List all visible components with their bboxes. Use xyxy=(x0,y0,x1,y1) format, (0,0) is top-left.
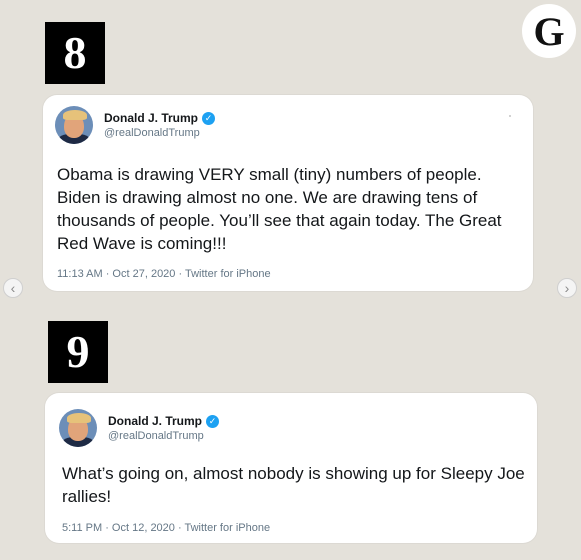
avatar[interactable] xyxy=(59,409,97,447)
tweet-header: Donald J. Trump ✓ @realDonaldTrump xyxy=(55,106,216,144)
tweet-card[interactable]: Donald J. Trump ✓ @realDonaldTrump What’… xyxy=(45,393,537,543)
number-label-9: 9 xyxy=(48,321,108,383)
tweet-author: Donald J. Trump ✓ @realDonaldTrump xyxy=(108,414,220,442)
carousel-prev-button[interactable]: ‹ xyxy=(3,278,23,298)
avatar[interactable] xyxy=(55,106,93,144)
tweet-header: Donald J. Trump ✓ @realDonaldTrump xyxy=(59,409,220,447)
carousel-next-button[interactable]: › xyxy=(557,278,577,298)
tweet-text: What’s going on, almost nobody is showin… xyxy=(62,464,525,506)
tweet-text: Obama is drawing VERY small (tiny) numbe… xyxy=(57,165,502,253)
more-dot-icon xyxy=(509,115,511,117)
display-name[interactable]: Donald J. Trump xyxy=(104,111,198,125)
tweet-timestamp[interactable]: 11:13 AM · Oct 27, 2020 · Twitter for iP… xyxy=(57,268,271,280)
tweet-timestamp[interactable]: 5:11 PM · Oct 12, 2020 · Twitter for iPh… xyxy=(62,522,270,534)
guardian-logo: G xyxy=(522,4,576,58)
verified-badge-icon: ✓ xyxy=(206,414,220,428)
tweet-card[interactable]: Donald J. Trump ✓ @realDonaldTrump Obama… xyxy=(43,95,533,291)
display-name[interactable]: Donald J. Trump xyxy=(108,414,202,428)
tweet-author: Donald J. Trump ✓ @realDonaldTrump xyxy=(104,111,216,139)
user-handle[interactable]: @realDonaldTrump xyxy=(104,127,215,139)
number-label-8: 8 xyxy=(45,22,105,84)
verified-badge-icon: ✓ xyxy=(202,111,216,125)
user-handle[interactable]: @realDonaldTrump xyxy=(108,430,219,442)
